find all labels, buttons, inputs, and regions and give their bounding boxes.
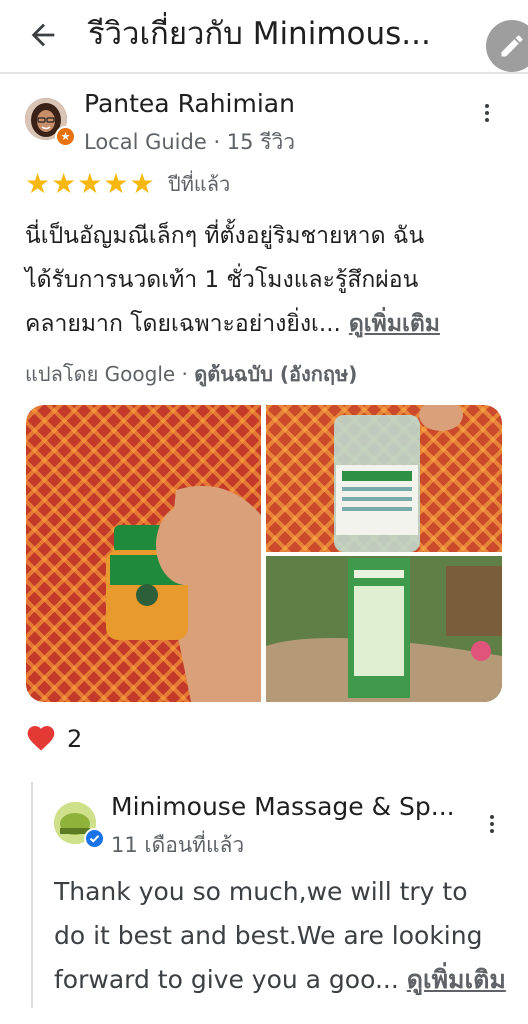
review-more-options-icon[interactable] <box>475 101 499 125</box>
owner-reply-time: 11 เดือนที่แล้ว <box>111 833 245 857</box>
review-photo-3[interactable] <box>266 556 502 702</box>
star-icon: ★ <box>77 167 103 200</box>
owner-name[interactable]: Minimouse Massage & Sp... <box>111 790 455 824</box>
arrow-left-icon <box>31 23 55 47</box>
pencil-icon <box>501 35 523 57</box>
review-time: ปีที่แล้ว <box>168 172 231 196</box>
review-text: นี่เป็นอัญมณีเล็กๆ ที่ตั้งอยู่ริมชายหาด … <box>25 214 505 346</box>
reply-more-options-icon[interactable] <box>480 812 504 836</box>
review-text-line: ได้รับการนวดเท้า 1 ชั่วโมงและรู้สึกผ่อน <box>25 267 419 293</box>
review-photo-2[interactable] <box>266 405 502 552</box>
review-text-line: คลายมาก โดยเฉพาะอย่างยิ่งเ... <box>25 311 341 337</box>
star-icon: ★ <box>129 167 155 200</box>
see-original-link[interactable]: ดูต้นฉบับ (อังกฤษ) <box>194 362 357 386</box>
local-guide-badge-icon: ★ <box>55 126 76 147</box>
reviewer-name[interactable]: Pantea Rahimian <box>84 88 295 120</box>
balm-label-photo <box>334 405 463 552</box>
owner-reply-line-last: forward to give you a goo... ดูเพิ่มเติม <box>54 958 514 1002</box>
review-photo-1[interactable] <box>26 405 261 702</box>
like-count: 2 <box>67 725 83 753</box>
star-rating: ★★★★★ <box>25 170 156 198</box>
reviewer-meta: Local Guide · 15 รีวิว <box>84 130 296 154</box>
owner-reply-line: forward to give you a goo... <box>54 965 399 994</box>
review-text-line-last: คลายมาก โดยเฉพาะอย่างยิ่งเ... ดูเพิ่มเติม <box>25 302 505 346</box>
owner-reply-more-link[interactable]: ดูเพิ่มเติม <box>407 965 506 994</box>
back-button[interactable] <box>26 18 60 52</box>
owner-reply-line: Thank you so much,we will try to <box>54 877 468 906</box>
verified-owner-icon <box>84 828 105 849</box>
star-icon: ★ <box>25 167 51 200</box>
review-text-line: นี่เป็นอัญมณีเล็กๆ ที่ตั้งอยู่ริมชายหาด … <box>25 223 425 249</box>
star-icon: ★ <box>51 167 77 200</box>
review-more-link[interactable]: ดูเพิ่มเติม <box>349 311 440 337</box>
translated-by-label: แปลโดย Google · <box>25 362 195 386</box>
top-app-bar: รีวิวเกี่ยวกับ Minimous... <box>0 0 528 74</box>
translation-note: แปลโดย Google · ดูต้นฉบับ (อังกฤษ) <box>25 360 357 388</box>
owner-reply-line: do it best and best.We are looking <box>54 921 483 950</box>
reply-divider <box>31 782 33 1008</box>
owner-reply-text: Thank you so much,we will try to do it b… <box>54 870 514 1002</box>
heart-icon[interactable] <box>25 722 57 754</box>
balm-jar-photo <box>106 485 261 702</box>
star-icon: ★ <box>103 167 129 200</box>
spa-signboard-photo <box>266 556 502 702</box>
page-title: รีวิวเกี่ยวกับ Minimous... <box>88 16 431 52</box>
